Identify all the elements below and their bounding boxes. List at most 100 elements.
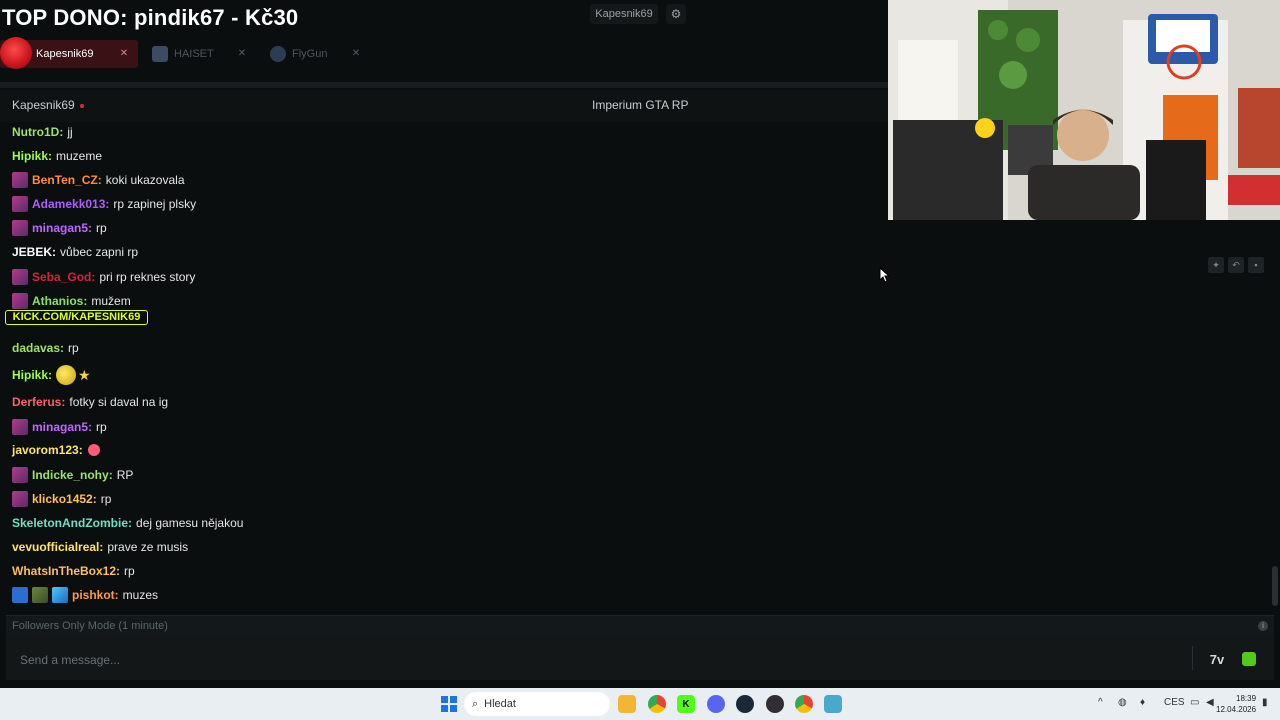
microphone-icon[interactable]: ♦ <box>1140 697 1145 708</box>
info-icon[interactable]: i <box>1258 621 1268 631</box>
close-icon[interactable]: ✕ <box>236 48 248 60</box>
tab-flygun[interactable]: FlyGun ✕ <box>270 40 366 68</box>
chat-text: jj <box>67 125 73 139</box>
subscriber-badge-icon <box>12 172 28 188</box>
taskbar-search[interactable]: ⌕ Hledat <box>464 692 610 716</box>
chat-username[interactable]: Derferus: <box>12 395 65 409</box>
file-explorer-icon[interactable] <box>618 695 636 713</box>
chat-message: Derferus: fotky si daval na ig <box>12 395 168 409</box>
chat-text: rp <box>124 564 135 578</box>
chat-username[interactable]: Adamekk013: <box>32 197 109 211</box>
followers-mode-text: Followers Only Mode (1 minute) <box>12 620 168 632</box>
obs-icon[interactable] <box>766 695 784 713</box>
chat-username[interactable]: minagan5: <box>32 221 92 235</box>
chevron-up-icon[interactable]: ^ <box>1098 697 1103 708</box>
search-icon: ⌕ <box>472 697 479 710</box>
windows-start-icon[interactable] <box>440 695 458 713</box>
chat-username[interactable]: dadavas: <box>12 341 64 355</box>
language-indicator[interactable]: CES <box>1164 697 1185 708</box>
emote-7tv-icon[interactable]: 7v <box>1206 648 1228 670</box>
reply-icon[interactable]: ↶ <box>1228 257 1244 273</box>
channel-button[interactable]: Kapesnik69 <box>590 4 658 24</box>
app-icon[interactable] <box>824 695 842 713</box>
emote-icon: ★ <box>78 366 91 383</box>
moderator-badge-icon <box>12 587 28 603</box>
clock[interactable]: 18:39 12.04.2026 <box>1216 693 1256 715</box>
avatar-icon <box>270 46 286 62</box>
chat-text: dej gamesu nějakou <box>136 516 244 530</box>
subscriber-badge-icon <box>12 269 28 285</box>
search-placeholder: Hledat <box>484 698 516 710</box>
chat-text: prave ze musis <box>107 540 189 554</box>
chat-message: WhatsInTheBox12: rp <box>12 564 135 578</box>
tab-label: HAISET <box>174 48 214 60</box>
chat-text: pri rp reknes story <box>99 270 196 284</box>
top-dono-banner: TOP DONO: pindik67 - Kč30 <box>2 5 299 30</box>
chrome-icon[interactable] <box>648 695 666 713</box>
subscriber-badge-icon <box>12 419 28 435</box>
chat-text: fotky si daval na ig <box>69 395 169 409</box>
channel-name[interactable]: Kapesnik69 <box>12 98 84 112</box>
chat-username[interactable]: vevuofficialreal: <box>12 540 103 554</box>
divider <box>0 82 888 88</box>
chat-username[interactable]: Hipikk: <box>12 149 52 163</box>
kick-url-overlay: KICK.COM/KAPESNIK69 <box>5 310 148 325</box>
steam-icon[interactable] <box>736 695 754 713</box>
chat-username[interactable]: Athanios: <box>32 294 87 308</box>
tab-haiset[interactable]: HAISET ✕ <box>152 40 252 68</box>
tab-kapesnik69[interactable]: Kapesnik69 ✕ <box>0 37 138 69</box>
clock-date: 12.04.2026 <box>1216 705 1257 714</box>
message-actions: ✦ ↶ ▪ <box>1208 257 1268 273</box>
gear-icon[interactable]: ⚙ <box>666 4 686 24</box>
notifications-icon[interactable]: ▮ <box>1262 697 1268 708</box>
chrome-profile-icon[interactable] <box>795 695 813 713</box>
stream-title: Imperium GTA RP <box>592 98 689 112</box>
chat-message: Seba_God: pri rp reknes story <box>12 269 195 285</box>
chat-username[interactable]: SkeletonAndZombie: <box>12 516 132 530</box>
chat-message: BenTen_CZ: koki ukazovala <box>12 172 185 188</box>
chat-username[interactable]: Nutro1D: <box>12 125 63 139</box>
chat-username[interactable]: Indicke_nohy: <box>32 468 113 482</box>
emote-icon <box>56 365 77 385</box>
network-icon[interactable]: ◍ <box>1118 697 1127 708</box>
subscriber-badge-icon <box>12 196 28 212</box>
subscriber-badge-icon <box>12 467 28 483</box>
kick-icon[interactable]: K <box>677 695 695 713</box>
chat-text: rp <box>96 221 107 235</box>
chat-message: Hipikk: muzeme <box>12 149 102 163</box>
emote-icon <box>87 444 100 456</box>
subscriber-badge-icon <box>32 587 48 603</box>
emote-picker-icon[interactable] <box>1238 648 1260 670</box>
chat-username[interactable]: pishkot: <box>72 588 119 602</box>
delete-icon[interactable]: ▪ <box>1248 257 1264 273</box>
chat-username[interactable]: klicko1452: <box>32 492 97 506</box>
close-icon[interactable]: ✕ <box>350 48 362 60</box>
chat-message: javorom123: <box>12 443 100 457</box>
chat-message: Indicke_nohy: RP <box>12 467 133 483</box>
chat-username[interactable]: BenTen_CZ: <box>32 173 102 187</box>
message-input[interactable] <box>18 650 1182 670</box>
chat-message: Adamekk013: rp zapinej plsky <box>12 196 196 212</box>
chat-message: Athanios: mužem <box>12 293 131 309</box>
chat-username[interactable]: javorom123: <box>12 443 83 457</box>
discord-icon[interactable] <box>707 695 725 713</box>
chat-message: Hipikk: ★ <box>12 365 91 385</box>
chat-username[interactable]: minagan5: <box>32 420 92 434</box>
chat-message: SkeletonAndZombie: dej gamesu nějakou <box>12 516 243 530</box>
scrollbar[interactable] <box>1272 566 1278 606</box>
chat-username[interactable]: Hipikk: <box>12 368 52 382</box>
chat-username[interactable]: Seba_God: <box>32 270 95 284</box>
chat-text: muzeme <box>56 149 103 163</box>
chat-message: JEBEK: vůbec zapni rp <box>12 245 138 259</box>
subscriber-badge-icon <box>12 220 28 236</box>
diamond-badge-icon <box>52 587 68 603</box>
chat-input-area: 7v <box>6 636 1274 680</box>
volume-icon[interactable]: ◀ <box>1206 697 1214 708</box>
chat-username[interactable]: JEBEK: <box>12 245 56 259</box>
display-icon[interactable]: ▭ <box>1190 697 1199 708</box>
subscriber-badge-icon <box>12 491 28 507</box>
close-icon[interactable]: ✕ <box>118 48 130 60</box>
chat-username[interactable]: WhatsInTheBox12: <box>12 564 120 578</box>
pin-icon[interactable]: ✦ <box>1208 257 1224 273</box>
taskbar: ⌕ Hledat K ^ ◍ ♦ CES ▭ ◀ 18:39 12.04.202… <box>0 688 1280 720</box>
